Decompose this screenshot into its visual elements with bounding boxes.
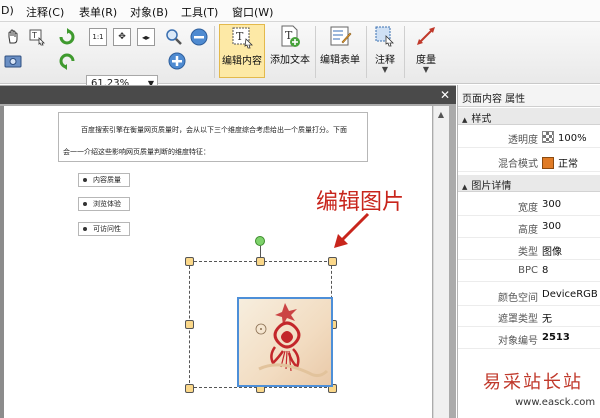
- resize-handle-nw[interactable]: [185, 257, 194, 266]
- measure-button[interactable]: 度量 ▼: [410, 24, 442, 78]
- menu-item-form[interactable]: 表单(R): [79, 4, 117, 20]
- property-row-blend-mode[interactable]: 混合模式 正常: [458, 150, 600, 172]
- collapse-triangle-icon: ▲: [462, 183, 468, 191]
- paragraph-text-box[interactable]: 百度搜索引擎在衡量网页质量时，会从以下三个维度综合考虑给出一个质量打分。下面 会…: [58, 112, 368, 162]
- watermark-title: 易采站长站: [483, 372, 583, 393]
- toolbar-separator: [214, 26, 215, 78]
- toolbar: T 1:1 ✥ ◂▸ 61.23% ▼ T 编辑内容 T 添加文本 编辑表单 注…: [0, 22, 600, 93]
- menu-item-annotate[interactable]: 注释(C): [26, 4, 64, 20]
- panel-title: 页面内容 属性: [458, 85, 600, 107]
- property-row-height[interactable]: 高度 300: [458, 216, 600, 238]
- section-style-header[interactable]: ▲ 样式: [458, 108, 600, 125]
- add-text-icon: T: [281, 25, 300, 47]
- select-text-icon[interactable]: T: [28, 28, 46, 46]
- bullet-dot: [83, 178, 87, 182]
- property-row-color-space[interactable]: 颜色空间 DeviceRGB: [458, 284, 600, 306]
- annotation-arrow-icon: [334, 212, 370, 248]
- annotate-button[interactable]: 注释 ▼: [370, 24, 400, 78]
- edit-form-button[interactable]: 编辑表单: [318, 24, 362, 78]
- svg-text:T: T: [31, 31, 37, 40]
- rotate-handle[interactable]: [255, 236, 265, 246]
- bullet-item[interactable]: 浏览体验: [78, 197, 130, 211]
- rotate-cw-icon[interactable]: [58, 28, 76, 46]
- actual-size-icon[interactable]: 1:1: [89, 28, 107, 46]
- fit-page-icon[interactable]: ✥: [113, 28, 131, 46]
- chevron-down-icon: ▼: [422, 65, 430, 74]
- document-tab-bar: [0, 86, 456, 104]
- property-row-bpc[interactable]: BPC 8: [458, 260, 600, 282]
- menu-bar: D) 注释(C) 表单(R) 对象(B) 工具(T) 窗口(W): [0, 0, 600, 22]
- annotate-icon: [375, 26, 394, 47]
- edit-form-icon: [330, 26, 352, 46]
- bullet-dot: [83, 227, 87, 231]
- resize-handle-n[interactable]: [256, 257, 265, 266]
- property-row-object-number[interactable]: 对象编号 2513: [458, 327, 600, 349]
- bullet-dot: [83, 202, 87, 206]
- rotate-ccw-icon[interactable]: [58, 52, 76, 70]
- property-row-type[interactable]: 类型 图像: [458, 238, 600, 260]
- toolbar-separator: [404, 26, 405, 78]
- menu-item-object[interactable]: 对象(B): [130, 4, 168, 20]
- scroll-up-icon[interactable]: ▲: [434, 110, 448, 122]
- resize-handle-sw[interactable]: [185, 384, 194, 393]
- resize-handle-w[interactable]: [185, 320, 194, 329]
- watermark-url: www.easck.com: [515, 397, 596, 408]
- property-row-mask-type[interactable]: 遮罩类型 无: [458, 305, 600, 327]
- zoom-out-icon[interactable]: [190, 28, 208, 46]
- add-text-button[interactable]: T 添加文本: [268, 24, 312, 78]
- resize-handle-ne[interactable]: [328, 257, 337, 266]
- measure-icon: [417, 27, 435, 45]
- checkerboard-swatch-icon: [542, 131, 554, 143]
- menu-item-window[interactable]: 窗口(W): [232, 4, 273, 20]
- paragraph-line: 会一一介绍这些影响网页质量判断的维度特征：: [63, 148, 210, 156]
- toolbar-separator: [366, 26, 367, 78]
- menu-item-d[interactable]: D): [1, 4, 14, 17]
- toolbar-separator: [315, 26, 316, 78]
- fit-width-icon[interactable]: ◂▸: [137, 28, 155, 46]
- zoom-in-icon[interactable]: [168, 52, 186, 70]
- bullet-item[interactable]: 可访问性: [78, 222, 130, 236]
- paragraph-line: 百度搜索引擎在衡量网页质量时，会从以下三个维度综合考虑给出一个质量打分。下面: [81, 126, 347, 134]
- chinese-knot-image: [255, 303, 329, 378]
- chevron-down-icon: ▼: [381, 65, 389, 74]
- zoom-tool-icon[interactable]: [165, 28, 183, 46]
- property-row-opacity[interactable]: 透明度 100%: [458, 126, 600, 148]
- hand-tool-icon[interactable]: [4, 28, 22, 46]
- edit-content-button[interactable]: T 编辑内容: [219, 24, 265, 78]
- blend-color-swatch-icon: [542, 157, 554, 169]
- collapse-triangle-icon: ▲: [462, 116, 468, 124]
- svg-text:T: T: [236, 30, 244, 43]
- snapshot-icon[interactable]: [4, 52, 22, 70]
- close-icon[interactable]: ✕: [438, 88, 452, 102]
- bullet-item[interactable]: 内容质量: [78, 173, 130, 187]
- selected-image[interactable]: [237, 297, 333, 387]
- edit-content-icon: T: [232, 27, 253, 49]
- menu-item-tools[interactable]: 工具(T): [181, 4, 218, 20]
- property-row-width[interactable]: 宽度 300: [458, 194, 600, 216]
- vertical-scrollbar[interactable]: [433, 106, 449, 418]
- section-image-details-header[interactable]: ▲ 图片详情: [458, 175, 600, 192]
